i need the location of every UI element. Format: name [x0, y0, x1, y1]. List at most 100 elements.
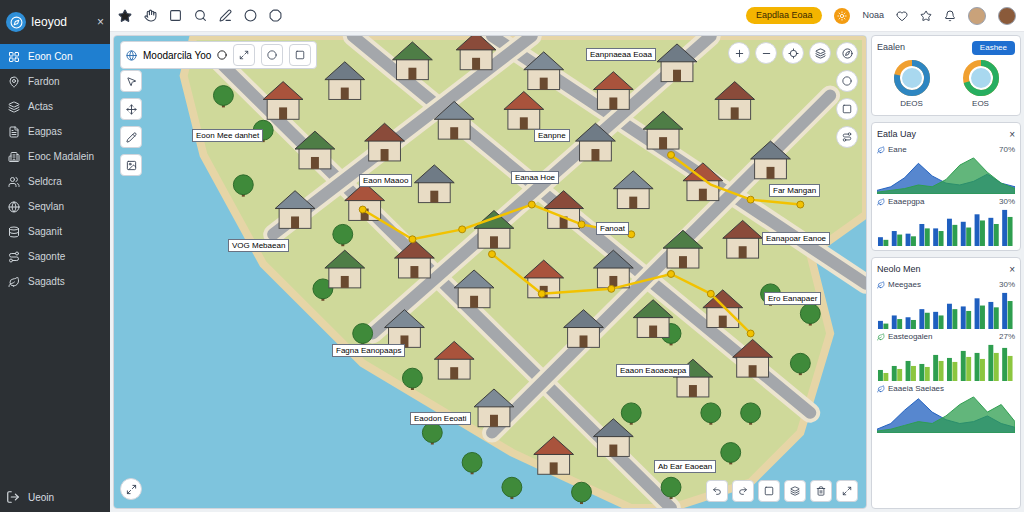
- bar-chart: [877, 208, 1015, 246]
- map-tool-button[interactable]: [836, 42, 858, 64]
- user-label[interactable]: Noaa: [862, 9, 884, 23]
- pen-icon[interactable]: [219, 9, 232, 22]
- map-tool-button[interactable]: [120, 126, 142, 148]
- map-label[interactable]: Fagna Eanopaaps: [332, 344, 405, 357]
- map-tool-button[interactable]: [728, 42, 750, 64]
- status-badge[interactable]: Eapdlaa Eoaa: [746, 7, 823, 25]
- map-label[interactable]: Eanaa Hoe: [511, 171, 559, 184]
- map-canvas[interactable]: Eoon Mee danhet Eaon Maaoo Eanaa Hoe Eanpna…: [113, 35, 867, 509]
- map-label[interactable]: Ero Eanapaer: [764, 292, 821, 305]
- map-tool-button[interactable]: [836, 70, 858, 92]
- map-tool-button[interactable]: [836, 126, 858, 148]
- map-label[interactable]: Far Mangan: [769, 184, 820, 197]
- map-tool-button[interactable]: [810, 480, 832, 502]
- map-tool-button[interactable]: [758, 480, 780, 502]
- bar-chart: [877, 343, 1015, 381]
- circle-icon[interactable]: [244, 9, 257, 22]
- compass-icon: [842, 48, 853, 59]
- star-icon[interactable]: [118, 9, 132, 23]
- map-label[interactable]: Eanpnaeaa Eoaa: [586, 48, 656, 61]
- map-tool-button[interactable]: [233, 44, 255, 66]
- bar: [897, 369, 902, 381]
- map-tool-button[interactable]: [120, 98, 142, 120]
- sidebar-item[interactable]: Sagonte: [0, 244, 110, 269]
- map-tool-button[interactable]: [836, 98, 858, 120]
- bar: [919, 364, 924, 381]
- nav-icon: [8, 201, 20, 213]
- nav-icon: [8, 126, 20, 138]
- map-tool-button[interactable]: [755, 42, 777, 64]
- map-label[interactable]: Eanpne: [534, 129, 570, 142]
- map-tool-button[interactable]: [782, 42, 804, 64]
- nav-icon: [8, 76, 20, 88]
- square-icon: [842, 104, 852, 114]
- map-tool-button[interactable]: [732, 480, 754, 502]
- map-label[interactable]: Eaon Maaoo: [359, 174, 412, 187]
- stack-icon: [790, 486, 800, 496]
- sidebar-footer[interactable]: Ueoin: [0, 482, 110, 512]
- bell-icon[interactable]: [944, 10, 956, 22]
- square-tool-icon: [295, 50, 305, 60]
- chart-card: Eatla Uay×Eane70%Eaaepgpa30%: [871, 122, 1021, 251]
- map-tool-button[interactable]: [120, 154, 142, 176]
- map-tool-button[interactable]: [836, 480, 858, 502]
- sidebar-item[interactable]: Seldcra: [0, 169, 110, 194]
- sidebar-item[interactable]: Actas: [0, 94, 110, 119]
- map-illustration[interactable]: [114, 36, 866, 508]
- map-label[interactable]: VOG Mebaean: [228, 239, 289, 252]
- search-icon[interactable]: [194, 9, 207, 22]
- bar: [892, 231, 897, 246]
- sidebar-item[interactable]: Sagadts: [0, 269, 110, 294]
- bar: [947, 219, 952, 246]
- sidebar-item[interactable]: Eoon Con: [0, 44, 110, 69]
- map-label[interactable]: Ab Ear Eaoean: [654, 460, 716, 473]
- sidebar-item[interactable]: Eooc Madalein: [0, 144, 110, 169]
- series-icon: [877, 281, 885, 289]
- map-tool-button[interactable]: [120, 70, 142, 92]
- square-icon[interactable]: [169, 9, 182, 22]
- bar: [933, 228, 938, 246]
- map-label[interactable]: Eanapoar Eanoe: [762, 232, 830, 245]
- map-label[interactable]: Eoon Mee danhet: [192, 129, 263, 142]
- map-label[interactable]: Eaodon Eeoati: [410, 412, 471, 425]
- sidebar-item[interactable]: Seqvlan: [0, 194, 110, 219]
- sidebar-item[interactable]: Saganit: [0, 219, 110, 244]
- map-bottom-tools: [706, 480, 858, 502]
- sidebar-item[interactable]: Fardon: [0, 69, 110, 94]
- map-tool-button[interactable]: [706, 480, 728, 502]
- avatar-icon[interactable]: [968, 7, 986, 25]
- map-tool-button[interactable]: [261, 44, 283, 66]
- avatar-icon[interactable]: [998, 7, 1016, 25]
- chart-row: Eaaeia Saeiaes: [877, 383, 1015, 433]
- sidebar-item[interactable]: Eagpas: [0, 119, 110, 144]
- summary-button[interactable]: Eashee: [972, 41, 1015, 55]
- series-icon: [877, 146, 885, 154]
- chart-card: Neolo Men×Meegaes30%Easteogalen27%Eaaeia…: [871, 257, 1021, 509]
- map-tool-button[interactable]: [784, 480, 806, 502]
- image-icon: [126, 160, 137, 171]
- toggle-icon[interactable]: [217, 50, 227, 60]
- land: [184, 36, 866, 508]
- map-tool-button[interactable]: [120, 478, 142, 500]
- heart-icon[interactable]: [896, 10, 908, 22]
- houses: [263, 36, 790, 474]
- shape-icon[interactable]: [269, 9, 282, 22]
- map-label[interactable]: Eaaon Eaoaeaepa: [616, 364, 690, 377]
- bar: [1008, 217, 1013, 246]
- bar: [988, 302, 993, 329]
- sidebar: Ieoyod×Eoon ConFardonActasEagpasEooc Mad…: [0, 0, 110, 512]
- card-close[interactable]: ×: [1009, 127, 1015, 142]
- bar: [961, 351, 966, 381]
- map-label[interactable]: Fanoat: [596, 222, 629, 235]
- sidebar-close[interactable]: ×: [97, 13, 104, 31]
- hand-icon[interactable]: [144, 9, 157, 22]
- map-top-tools: [728, 42, 858, 64]
- roads: [213, 36, 866, 508]
- favorite-icon[interactable]: [920, 10, 932, 22]
- zoom-in-icon: [734, 48, 745, 59]
- area-chart: [877, 156, 1015, 194]
- card-close[interactable]: ×: [1009, 262, 1015, 277]
- map-tool-button[interactable]: [809, 42, 831, 64]
- map-tool-button[interactable]: [289, 44, 311, 66]
- alert-icon[interactable]: [834, 8, 850, 24]
